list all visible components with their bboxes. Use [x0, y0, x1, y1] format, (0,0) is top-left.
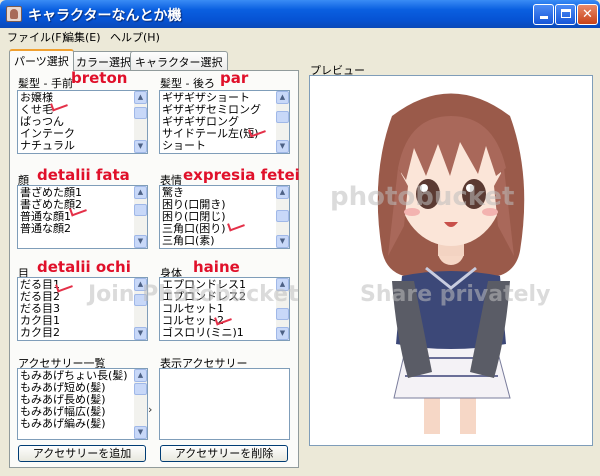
menu-file[interactable]: ファイル(F) — [7, 29, 66, 45]
scroll-up-button[interactable]: ▲ — [276, 91, 289, 104]
expression-annotation: expresia fetei — [183, 166, 300, 184]
minimize-button[interactable] — [533, 4, 554, 25]
hair-front-label: 髪型 - 手前 — [18, 77, 73, 90]
face-annotation: detalii fata — [37, 166, 130, 184]
scroll-thumb[interactable] — [134, 107, 147, 119]
face-list[interactable]: 書ざめた顔1 書ざめた顔2 普通な顔1 普通な顔2 ▲ ▼ — [17, 185, 148, 249]
watermark-share: Share privately — [360, 282, 551, 307]
tab-character-select[interactable]: キャラクター選択 — [130, 51, 228, 70]
close-icon: ✕ — [582, 7, 593, 22]
menu-bar: ファイル(F) 編集(E) ヘルプ(H) — [0, 28, 600, 44]
scroll-down-button[interactable]: ▼ — [134, 235, 147, 248]
window-title: キャラクターなんとか機 — [28, 8, 182, 24]
character-preview-image — [377, 93, 525, 434]
list-item[interactable]: ギザギザショート — [162, 92, 275, 104]
maximize-button[interactable] — [555, 4, 576, 25]
list-item[interactable]: 書ざめた顔1 — [20, 187, 133, 199]
scrollbar[interactable]: ▲ ▼ — [134, 369, 147, 439]
scroll-thumb[interactable] — [276, 111, 289, 123]
scrollbar[interactable]: ▲ ▼ — [276, 91, 289, 153]
menu-help[interactable]: ヘルプ(H) — [110, 29, 160, 45]
list-item[interactable]: ぱっつん — [20, 116, 133, 128]
scrollbar[interactable]: ▲ ▼ — [134, 91, 147, 153]
list-item[interactable]: もみあげ短め(髪) — [20, 382, 133, 394]
add-accessory-button[interactable]: アクセサリーを追加 — [18, 445, 146, 462]
scroll-down-button[interactable]: ▼ — [134, 426, 147, 439]
list-item[interactable]: ギザギザセミロング — [162, 104, 275, 116]
eyes-annotation: detalii ochi — [37, 258, 131, 276]
list-item[interactable]: もみあげ編み(髪) — [20, 418, 133, 430]
hair-back-label: 髪型 - 後ろ — [160, 77, 215, 90]
expression-list[interactable]: 驚き 困り(口開き) 困り(口閉じ) 三角口(困り) 三角口(素) ▲ ▼ — [159, 185, 290, 249]
scroll-up-button[interactable]: ▲ — [134, 369, 147, 382]
list-item[interactable]: 普通な顔2 — [20, 223, 133, 235]
list-item[interactable]: くせ毛 — [20, 104, 133, 116]
scroll-down-button[interactable]: ▼ — [134, 327, 147, 340]
scroll-up-button[interactable]: ▲ — [134, 186, 147, 199]
list-item[interactable]: 困り(口閉じ) — [162, 211, 275, 223]
move-arrow-icon: › — [148, 403, 153, 416]
hair-front-list[interactable]: お嬢様 くせ毛 ぱっつん インテーク ナチュラル ▲ ▼ — [17, 90, 148, 154]
hair-back-list[interactable]: ギザギザショート ギザギザセミロング ギザギザロング サイドテール左(短) ショート ▲… — [159, 90, 290, 154]
scroll-down-button[interactable]: ▼ — [134, 140, 147, 153]
list-item[interactable]: カク目1 — [20, 315, 133, 327]
list-item[interactable]: 三角口(困り) — [162, 223, 275, 235]
app-icon — [6, 6, 22, 22]
watermark-join: Join Photobucket — [88, 282, 299, 307]
scrollbar[interactable]: ▲ ▼ — [276, 186, 289, 248]
scroll-thumb[interactable] — [134, 383, 147, 395]
list-item[interactable]: インテーク — [20, 128, 133, 140]
scroll-down-button[interactable]: ▼ — [276, 327, 289, 340]
remove-accessory-button[interactable]: アクセサリーを削除 — [160, 445, 288, 462]
scroll-thumb[interactable] — [276, 308, 289, 320]
hair-front-annotation: breton — [71, 69, 128, 87]
hair-back-annotation: par — [220, 69, 249, 87]
body-annotation: haine — [193, 258, 240, 276]
list-item[interactable]: お嬢様 — [20, 92, 133, 104]
list-item[interactable]: 三角口(素) — [162, 235, 275, 247]
list-item[interactable]: ショート — [162, 140, 275, 152]
list-item[interactable]: 驚き — [162, 187, 275, 199]
list-item[interactable]: もみあげ幅広(髪) — [20, 406, 133, 418]
tab-parts-select[interactable]: パーツ選択 — [9, 49, 74, 71]
scroll-up-button[interactable]: ▲ — [134, 91, 147, 104]
preview-canvas — [309, 75, 593, 446]
tab-color-select[interactable]: カラー選択 — [71, 51, 136, 70]
list-item[interactable]: 困り(口開き) — [162, 199, 275, 211]
shown-accessories-list[interactable] — [159, 368, 290, 440]
minimize-icon — [539, 16, 548, 19]
title-bar: キャラクターなんとか機 ✕ — [0, 0, 600, 28]
maximize-icon — [560, 9, 571, 18]
list-item[interactable]: ゴスロリ(ミニ)1 — [162, 327, 275, 339]
list-item[interactable]: もみあげ長め(髪) — [20, 394, 133, 406]
scroll-up-button[interactable]: ▲ — [276, 186, 289, 199]
scroll-down-button[interactable]: ▼ — [276, 235, 289, 248]
menu-edit[interactable]: 編集(E) — [63, 29, 101, 45]
accessory-list[interactable]: もみあげちょい長(髪) もみあげ短め(髪) もみあげ長め(髪) もみあげ幅広(髪) もみ… — [17, 368, 148, 440]
list-item[interactable]: カク目2 — [20, 327, 133, 339]
close-button[interactable]: ✕ — [577, 4, 598, 25]
watermark-brand: photobucket — [330, 182, 515, 212]
scroll-thumb[interactable] — [134, 204, 147, 216]
scroll-thumb[interactable] — [276, 210, 289, 222]
scroll-down-button[interactable]: ▼ — [276, 140, 289, 153]
list-item[interactable]: もみあげちょい長(髪) — [20, 370, 133, 382]
scrollbar[interactable]: ▲ ▼ — [134, 186, 147, 248]
list-item[interactable]: ナチュラル — [20, 140, 133, 152]
